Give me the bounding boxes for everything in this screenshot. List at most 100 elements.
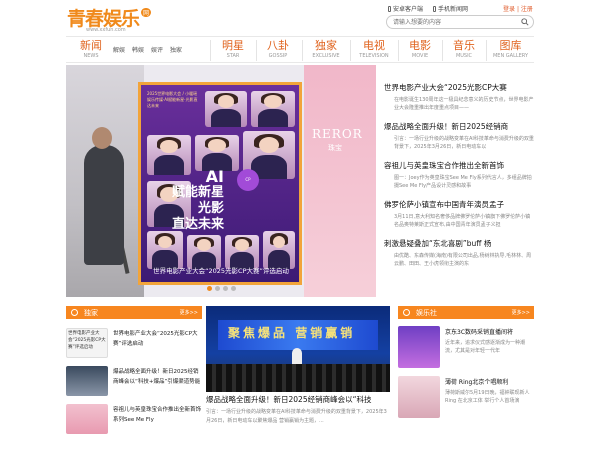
headline-summary: 在电影诞生130周年这一极具纪念意义的历史节点，世界电影产业大会隆重推出年度重点… [394, 97, 534, 111]
phone-icon [433, 5, 437, 12]
exclusive-header: 独家 更多>> [66, 306, 202, 319]
subnav-item[interactable]: 韩娱 [132, 45, 144, 54]
headline-link[interactable]: 佛罗伦萨小镇宣布中国青年演员孟子 [384, 199, 534, 210]
item-title: 爆品战略全面升级！新日2025经销商峰会以“科技+爆品”引爆渠道势能 [113, 369, 201, 385]
nav-exclusive[interactable]: 独家 EXCLUSIVE [304, 39, 348, 62]
nav-movie-label: 电影 [409, 39, 431, 52]
android-client-label: 安卓客户端 [393, 6, 424, 13]
search-icon[interactable] [521, 18, 529, 26]
nav-movie[interactable]: 电影 MOVIE [400, 39, 440, 62]
list-item[interactable]: 京东3C数码采销直播间将 近年来，追求仪式感逐渐成为一种潮流，尤其是对年轻一代年 [398, 326, 534, 372]
hero-carousel[interactable]: REROR 珠宝 2025世界电影大会 / 小暖瑶娱乐传媒·AI赋能新星·光影直… [66, 65, 376, 297]
nav-television-sub: TELEVISION [359, 53, 389, 59]
mobile-news-link[interactable]: 手机新闻网 [433, 4, 468, 13]
nav-television[interactable]: 电视 TELEVISION [352, 39, 396, 62]
register-link[interactable]: 注册 [521, 6, 533, 13]
entertainment-more-link[interactable]: 更多>> [512, 309, 530, 316]
slogan-line: 赋能新星 [171, 185, 224, 200]
audience [206, 364, 390, 392]
carousel-dot[interactable] [207, 286, 212, 291]
nav-divider [210, 40, 211, 61]
phone-icon [388, 5, 391, 12]
nav-divider [350, 40, 351, 61]
nav-news-sub: NEWS [83, 53, 99, 59]
list-item[interactable]: 薄荷 Ring北京个唱顺利 薄荷斯威尔5月19日晚，福钟联现新人 Ring 在北… [398, 376, 534, 422]
search-input[interactable] [393, 18, 513, 27]
nav-music[interactable]: 音乐 MUSIC [444, 39, 484, 62]
item-title: 薄荷 Ring北京个唱顺利 [445, 379, 509, 386]
carousel-dot[interactable] [215, 286, 220, 291]
slogan-line: 光影 [197, 201, 224, 216]
headline-link[interactable]: 容祖儿与英皇珠宝合作推出全新首饰 [384, 160, 534, 171]
nav-news[interactable]: 新闻 NEWS [74, 39, 108, 62]
nav-gossip-sub: GOSSIP [268, 53, 288, 59]
nav-exclusive-sub: EXCLUSIVE [312, 53, 340, 59]
nav-star[interactable]: 明星 STAR [216, 39, 250, 62]
list-item: 容祖儿与英皇珠宝合作推出全新首饰 图一：Joey作为英皇珠宝See Me Fly… [384, 160, 534, 190]
feature-image[interactable]: 聚焦爆品 营销赢销 [206, 306, 390, 392]
list-item: 刺激悬疑叠加“东北喜剧”buff 杨 由优酷、东森传媒(海南)有限公司出品,杨树… [384, 238, 534, 268]
item-title: 容祖儿与英皇珠宝合作推出全新首饰系列See Me Fly [113, 407, 202, 423]
nav-divider [398, 40, 399, 61]
poster-photo [251, 91, 295, 127]
nav-star-sub: STAR [226, 53, 240, 59]
headline-summary: 3月11日,意大利知名奢侈品牌佛罗伦萨小镇旗下佛罗伦萨小镇名品奥特莱斯正式宣布,… [394, 214, 531, 228]
android-client-link[interactable]: 安卓客户端 [388, 4, 423, 13]
hero-person-figure [84, 145, 124, 265]
exclusive-title: 独家 [84, 309, 98, 317]
brand-logo-sub: 珠宝 [328, 144, 342, 152]
nav-gossip[interactable]: 八卦 GOSSIP [260, 39, 296, 62]
item-thumbnail [66, 366, 108, 396]
nav-divider [256, 40, 257, 61]
list-item[interactable]: 世界电影产业大会“2025光影CP大赛”评选启动 世界电影产业大会“2025光影… [66, 328, 202, 366]
subnav-item[interactable]: 解娱 [113, 45, 125, 54]
list-item: 佛罗伦萨小镇宣布中国青年演员孟子 3月11日,意大利知名奢侈品牌佛罗伦萨小镇旗下… [384, 199, 534, 229]
headline-list: 世界电影产业大会“2025光影CP大赛 在电影诞生130周年这一极具纪念意义的历… [384, 82, 534, 277]
main-nav: 新闻 NEWS 解娱 韩娱 娱评 独家 明星 STAR 八卦 GOSSIP 独家… [66, 36, 534, 63]
headline-link[interactable]: 刺激悬疑叠加“东北喜剧”buff 杨 [384, 238, 534, 249]
headline-summary: 引言：一场行业升级的战略变革在AI科技革命与消费升级的双重背景下，2025年3月… [394, 136, 534, 150]
logo-badge: 网 [141, 7, 152, 17]
poster-photo [263, 231, 295, 269]
feature-title-link[interactable]: 爆品战略全面升级！新日2025经销商峰会以“科技 [206, 394, 390, 405]
headline-link[interactable]: 世界电影产业大会“2025光影CP大赛 [384, 82, 534, 93]
brand-logo-text: REROR [312, 127, 363, 141]
nav-divider [302, 40, 303, 61]
entertainment-title: 娱乐社 [416, 309, 437, 317]
nav-divider [442, 40, 443, 61]
news-subnav: 解娱 韩娱 娱评 独家 [113, 45, 182, 54]
thumbnail-caption: 世界电影产业大会“2025光影CP大赛”评选启动 [68, 331, 106, 350]
hero-person-head [92, 127, 112, 149]
exclusive-panel: 独家 更多>> 世界电影产业大会“2025光影CP大赛”评选启动 世界电影产业大… [66, 306, 202, 450]
nav-star-label: 明星 [222, 39, 244, 52]
headline-summary: 图一：Joey作为英皇珠宝See Me Fly系列代言人，多组品牌拍摄See M… [394, 175, 532, 189]
list-item[interactable]: 爆品战略全面升级！新日2025经销商峰会以“科技+爆品”引爆渠道势能 [66, 366, 202, 404]
exclusive-more-link[interactable]: 更多>> [180, 309, 198, 316]
entertainment-panel: 娱乐社 更多>> 京东3C数码采销直播间将 近年来，追求仪式感逐渐成为一种潮流，… [398, 306, 534, 450]
carousel-dot[interactable] [223, 286, 228, 291]
slogan-line: 直达未来 [171, 217, 224, 232]
poster-photo [195, 135, 239, 171]
nav-music-sub: MUSIC [455, 53, 473, 59]
auth-links: 登录 | 注册 [503, 4, 533, 13]
poster-photo [205, 91, 247, 127]
subnav-item[interactable]: 独家 [170, 45, 182, 54]
search-box [386, 15, 534, 29]
carousel-dot[interactable] [231, 286, 236, 291]
entertainment-header: 娱乐社 更多>> [398, 306, 534, 319]
nav-movie-sub: MOVIE [411, 53, 429, 59]
nav-exclusive-label: 独家 [315, 39, 337, 52]
nav-news-label: 新闻 [80, 39, 102, 52]
nav-gallery[interactable]: 图库 MEN GALLERY [487, 39, 534, 62]
carousel-dots [207, 286, 236, 291]
list-item[interactable]: 容祖儿与英皇珠宝合作推出全新首饰系列See Me Fly [66, 404, 202, 442]
poster-header-text: 2025世界电影大会 / 小暖瑶娱乐传媒·AI赋能新星·光影直达未来 [147, 91, 198, 108]
subnav-item[interactable]: 娱评 [151, 45, 163, 54]
poster-photo [147, 231, 183, 269]
hero-caption[interactable]: 世界电影产业大会“2025光影CP大赛”评选启动 [66, 265, 376, 275]
nav-gossip-label: 八卦 [267, 39, 289, 52]
headline-link[interactable]: 爆品战略全面升级！新日2025经销商 [384, 121, 534, 132]
login-link[interactable]: 登录 [503, 6, 515, 13]
item-title: 京东3C数码采销直播间将 [445, 329, 514, 336]
poster-badge: CP [237, 169, 259, 191]
